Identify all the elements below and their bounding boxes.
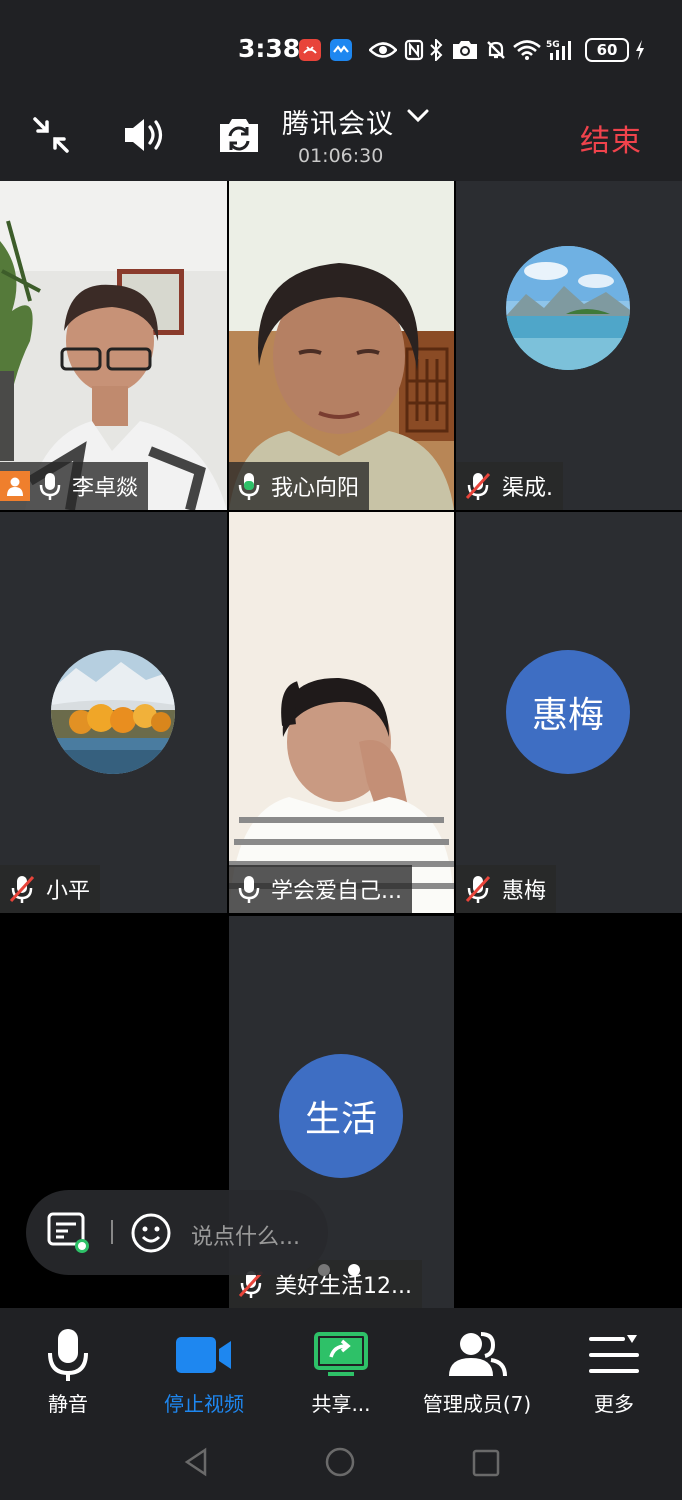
participant-name-tag: 惠梅	[456, 865, 557, 913]
participant-name-tag: 学会爱自己...	[229, 865, 412, 913]
status-time: 3:38	[238, 34, 301, 63]
camera-status-icon	[451, 38, 479, 62]
stop-video-label: 停止视频	[164, 1392, 244, 1416]
bluetooth-icon	[428, 38, 444, 62]
participant-text-avatar: 惠梅	[506, 650, 630, 774]
participant-tile[interactable]: 李卓燚	[0, 181, 227, 510]
meeting-timer: 01:06:30	[298, 145, 384, 167]
captions-toggle-button[interactable]	[46, 1212, 92, 1254]
meeting-toolbar: 静音 停止视频 共享... 管理成员(7) 更多	[0, 1308, 682, 1423]
more-label: 更多	[594, 1392, 634, 1416]
recent-apps-nav-icon[interactable]	[472, 1449, 500, 1477]
participant-avatar	[506, 246, 630, 370]
host-badge-icon	[0, 471, 30, 501]
participant-name: 小平	[46, 879, 91, 904]
participant-tile[interactable]: 渠成.	[456, 181, 682, 510]
participant-text-avatar: 生活	[279, 1054, 403, 1178]
home-nav-icon[interactable]	[325, 1447, 355, 1477]
page-dot[interactable]	[318, 1264, 330, 1276]
minimize-button[interactable]	[28, 112, 74, 158]
microphone-icon	[48, 1329, 88, 1381]
divider	[111, 1220, 113, 1244]
microphone-icon	[237, 874, 261, 904]
charging-icon	[633, 38, 647, 62]
participant-tile[interactable]: 小平	[0, 512, 227, 913]
eye-icon	[368, 38, 398, 62]
more-button[interactable]: 更多	[546, 1308, 682, 1423]
svg-text:5G: 5G	[546, 40, 560, 50]
status-bar: 3:38 5G 60	[0, 0, 682, 96]
video-camera-icon	[176, 1337, 231, 1373]
members-icon	[449, 1332, 507, 1377]
back-nav-icon[interactable]	[183, 1447, 209, 1477]
participant-name: 李卓燚	[72, 476, 139, 501]
system-navigation-bar	[0, 1423, 682, 1500]
participant-video	[229, 512, 454, 913]
participant-tile[interactable]: 学会爱自己...	[229, 512, 454, 913]
microphone-muted-icon	[464, 874, 492, 904]
more-menu-icon	[589, 1335, 639, 1373]
participant-tile-speaking[interactable]: 我心向阳	[229, 181, 454, 510]
manage-members-button[interactable]: 管理成员(7)	[409, 1308, 545, 1423]
participant-video	[229, 181, 454, 510]
speaker-icon	[125, 119, 163, 151]
share-screen-button[interactable]: 共享...	[273, 1308, 409, 1423]
meeting-header: 腾讯会议 01:06:30 结束	[0, 96, 682, 181]
minimize-icon	[33, 117, 69, 153]
missed-call-app-icon	[299, 39, 321, 61]
silent-bell-icon	[484, 38, 508, 62]
nfc-icon	[403, 38, 425, 62]
stop-video-button[interactable]: 停止视频	[136, 1308, 272, 1423]
page-indicator[interactable]	[318, 1264, 360, 1276]
participant-name: 渠成.	[502, 476, 553, 501]
participant-name-tag: 渠成.	[456, 462, 563, 510]
participant-name: 我心向阳	[271, 476, 360, 501]
microphone-muted-icon	[464, 471, 492, 501]
mute-label: 静音	[48, 1392, 88, 1416]
microphone-muted-icon	[8, 874, 36, 904]
end-meeting-button[interactable]: 结束	[580, 116, 642, 160]
emoji-button[interactable]	[130, 1212, 172, 1254]
chevron-down-icon[interactable]	[406, 108, 430, 124]
participant-name: 惠梅	[502, 879, 547, 904]
meeting-title[interactable]: 腾讯会议	[282, 102, 394, 141]
participant-name-tag: 小平	[0, 865, 101, 913]
signal-5g-icon: 5G	[546, 38, 578, 62]
microphone-icon	[38, 471, 62, 501]
mute-button[interactable]: 静音	[0, 1308, 136, 1423]
participant-name-tag: 李卓燚	[0, 462, 149, 510]
tencent-meeting-app-icon	[330, 39, 352, 61]
participant-video	[0, 181, 227, 510]
switch-camera-button[interactable]	[214, 110, 264, 160]
manage-members-label: 管理成员(7)	[422, 1392, 532, 1416]
chat-placeholder[interactable]: 说点什么...	[191, 1219, 300, 1251]
battery-indicator: 60	[585, 38, 629, 62]
captions-icon	[47, 1212, 89, 1253]
microphone-speaking-icon	[237, 471, 261, 501]
emoji-icon	[131, 1213, 171, 1253]
share-label: 共享...	[311, 1392, 371, 1416]
page-dot-active[interactable]	[348, 1264, 360, 1276]
switch-camera-icon	[220, 119, 258, 152]
chat-input-bar[interactable]: 说点什么...	[26, 1190, 328, 1275]
participant-avatar	[51, 650, 175, 774]
participant-name: 学会爱自己...	[271, 879, 402, 904]
participant-tile[interactable]: 惠梅 惠梅	[456, 512, 682, 913]
share-screen-icon	[314, 1332, 368, 1376]
wifi-icon	[512, 38, 542, 62]
participant-name-tag: 我心向阳	[229, 462, 370, 510]
speaker-button[interactable]	[120, 110, 170, 160]
